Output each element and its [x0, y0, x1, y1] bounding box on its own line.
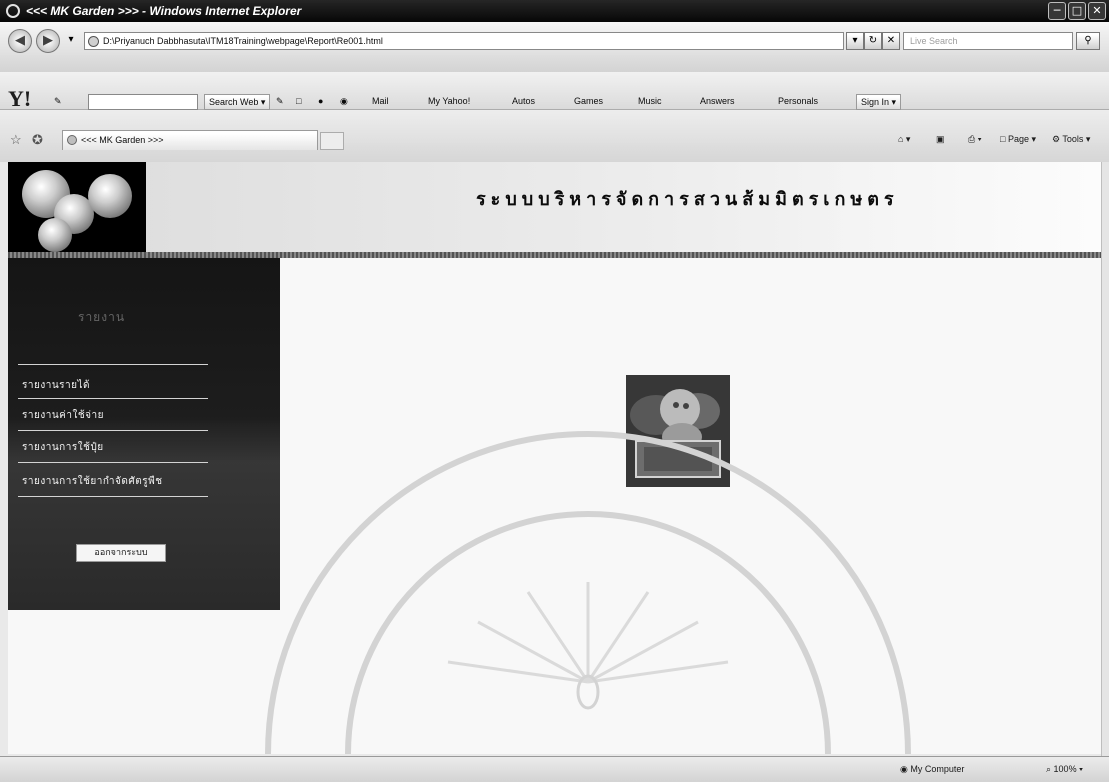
address-url: D:\Priyanuch Dabbhasuta\ITM18Training\we…	[103, 36, 383, 46]
security-zone: ◉ My Computer	[900, 764, 965, 774]
toolbar-link-my-yahoo[interactable]: My Yahoo!	[428, 96, 470, 106]
browser-window: <<< MK Garden >>> - Windows Internet Exp…	[0, 0, 1109, 782]
tools-menu-button[interactable]: ⚙ Tools ▾	[1052, 134, 1090, 145]
toolbar-link-mail[interactable]: Mail	[372, 96, 389, 106]
zoom-label: 100%	[1053, 764, 1077, 774]
search-icon[interactable]: ⚲	[1076, 32, 1100, 50]
zone-label: My Computer	[910, 764, 965, 774]
stop-icon[interactable]: ✕	[882, 32, 900, 50]
yahoo-toolbar: Y! ✎ Search Web ▾ ✎ □ ● ◉ Mail My Yahoo!…	[0, 72, 1109, 112]
favorites-star-icon[interactable]: ☆	[10, 132, 22, 148]
menu-divider	[18, 364, 208, 365]
cherub-image	[626, 375, 730, 487]
menu-divider	[18, 398, 208, 399]
add-favorites-icon[interactable]: ✪	[32, 132, 43, 148]
status-bar: ◉ My Computer ⌕ 100% ▾	[0, 756, 1109, 782]
highlight-icon[interactable]: ✎	[276, 96, 284, 107]
orange-fruit-image	[8, 162, 146, 252]
new-tab-button[interactable]	[320, 132, 344, 150]
page-menu-button[interactable]: □ Page ▾	[1000, 134, 1036, 145]
sidebar-heading: รายงาน	[78, 310, 126, 324]
minimize-icon[interactable]: ─	[1048, 2, 1066, 20]
tools-menu-label: Tools	[1062, 134, 1084, 144]
tab-bar: ☆ ✪ <<< MK Garden >>> ⌂ ▾ ▣ ⎙ ▾ □ Page ▾…	[0, 110, 1109, 162]
sidebar-menu: รายงาน รายงานรายได้ รายงานค่าใช้จ่าย ราย…	[8, 258, 280, 610]
pop-up-blocker-icon[interactable]: ◉	[340, 96, 348, 107]
refresh-icon[interactable]: ↻	[864, 32, 882, 50]
antispy-icon[interactable]: ●	[318, 96, 323, 106]
menu-item-fertilizer-report[interactable]: รายงานการใช้ปุ๋ย	[22, 440, 104, 455]
live-search-placeholder: Live Search	[910, 36, 958, 46]
ie-logo-icon	[6, 4, 20, 18]
yahoo-logo[interactable]: Y!	[8, 86, 31, 112]
zoom-control[interactable]: ⌕ 100% ▾	[1046, 764, 1083, 775]
page-banner: ระบบบริหารจัดการสวนส้มมิตรเกษตร	[8, 162, 1101, 252]
menu-divider	[18, 496, 208, 497]
address-toolbar: ◀ ▶ ▾ D:\Priyanuch Dabbhasuta\ITM18Train…	[0, 22, 1109, 72]
vertical-scrollbar[interactable]	[1101, 162, 1109, 756]
toolbar-link-games[interactable]: Games	[574, 96, 603, 106]
address-input[interactable]: D:\Priyanuch Dabbhasuta\ITM18Training\we…	[84, 32, 844, 50]
print-icon[interactable]: ⎙ ▾	[968, 134, 981, 145]
menu-item-pesticide-report[interactable]: รายงานการใช้ยากำจัดศัตรูพืช	[22, 474, 162, 489]
page-title: ระบบบริหารจัดการสวนส้มมิตรเกษตร	[476, 189, 899, 210]
feeds-icon[interactable]: ▣	[936, 134, 945, 145]
maximize-icon[interactable]: □	[1068, 2, 1086, 20]
page-menu-label: Page	[1007, 134, 1029, 144]
cherub-picture	[626, 375, 730, 487]
search-web-button[interactable]: Search Web ▾	[204, 94, 271, 110]
search-web-label: Search Web	[209, 97, 259, 107]
page-content: ระบบบริหารจัดการสวนส้มมิตรเกษตร รายงาน ร…	[8, 162, 1101, 754]
tab-label: <<< MK Garden >>>	[81, 135, 164, 145]
yahoo-search-input[interactable]	[88, 94, 198, 110]
menu-item-expense-report[interactable]: รายงานค่าใช้จ่าย	[22, 408, 104, 423]
close-icon[interactable]: ✕	[1088, 2, 1106, 20]
menu-divider	[18, 430, 208, 431]
menu-item-income-report[interactable]: รายงานรายได้	[22, 378, 90, 393]
toolbar-link-autos[interactable]: Autos	[512, 96, 535, 106]
toolbar-link-music[interactable]: Music	[638, 96, 662, 106]
back-icon[interactable]: ◀	[8, 29, 32, 53]
window-title: <<< MK Garden >>> - Windows Internet Exp…	[26, 4, 302, 18]
tab-page-icon	[67, 135, 77, 145]
pencil-icon[interactable]: ✎	[54, 96, 62, 107]
history-dropdown-icon[interactable]: ▾	[62, 32, 80, 50]
page-icon	[88, 36, 99, 47]
title-bar: <<< MK Garden >>> - Windows Internet Exp…	[0, 0, 1109, 22]
menu-divider	[18, 462, 208, 463]
address-dropdown-icon[interactable]: ▾	[846, 32, 864, 50]
live-search-input[interactable]: Live Search	[903, 32, 1073, 50]
logout-button[interactable]: ออกจากระบบ	[76, 544, 166, 562]
bookmark-icon[interactable]: □	[296, 96, 301, 106]
tab-mk-garden[interactable]: <<< MK Garden >>>	[62, 130, 318, 150]
forward-icon[interactable]: ▶	[36, 29, 60, 53]
toolbar-link-answers[interactable]: Answers	[700, 96, 735, 106]
toolbar-link-personals[interactable]: Personals	[778, 96, 818, 106]
sign-in-button[interactable]: Sign In ▾	[856, 94, 902, 110]
sign-in-label: Sign In	[861, 97, 890, 107]
home-icon[interactable]: ⌂ ▾	[898, 134, 910, 145]
